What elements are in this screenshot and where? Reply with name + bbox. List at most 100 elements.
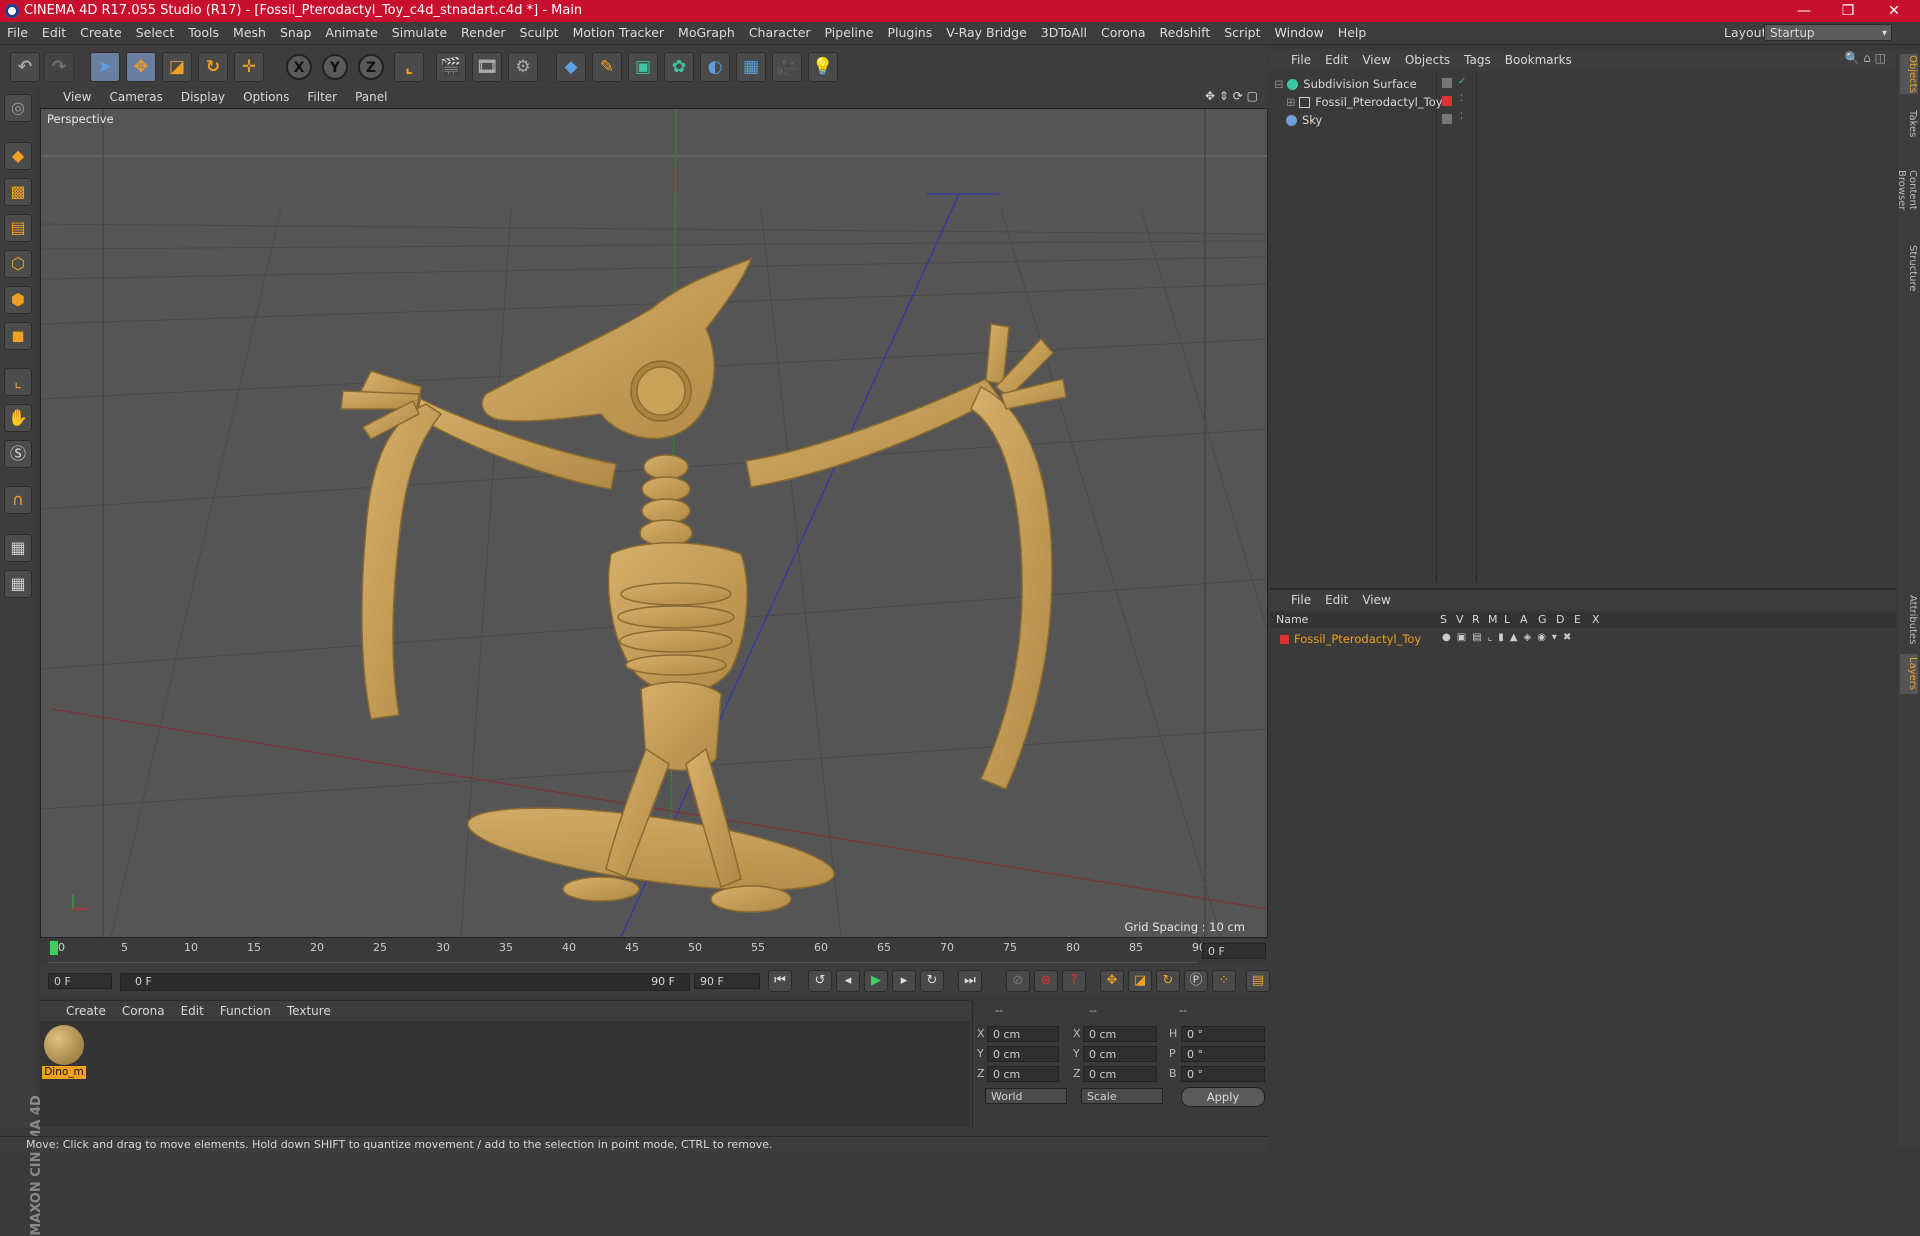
coordinate-mode-dropdown[interactable]: World [985,1088,1067,1104]
move-tool-icon[interactable]: ✥ [126,52,156,82]
minimize-button[interactable]: — [1784,0,1824,22]
obj-menu-tags[interactable]: Tags [1457,50,1498,70]
material-item[interactable]: Dino_m [42,1023,86,1079]
start-frame-field[interactable]: 0 F [48,973,112,989]
material-menu-corona[interactable]: Corona [114,1001,173,1021]
tab-structure[interactable]: Structure [1900,242,1918,294]
next-key-icon[interactable]: ↻ [920,970,944,992]
object-row-sky[interactable]: Sky [1286,111,1322,129]
menu-render[interactable]: Render [454,22,513,44]
axis-y-lock[interactable]: Y [322,54,348,80]
go-to-end-icon[interactable]: ⏭ [958,970,982,992]
key-pla-icon[interactable]: ⁘ [1212,970,1236,992]
axis-z-lock[interactable]: Z [358,54,384,80]
play-icon[interactable]: ▶ [864,970,888,992]
current-frame-field[interactable]: 0 F [1202,943,1266,959]
tab-content-browser[interactable]: Content Browser [1896,150,1918,230]
visibility-dots-icon[interactable]: ⁚ [1460,94,1463,104]
menu-mesh[interactable]: Mesh [226,22,273,44]
make-editable-icon[interactable]: ◎ [4,94,32,122]
frame-range-slider[interactable]: 0 F 90 F [120,973,690,991]
material-menu-create[interactable]: Create [58,1001,114,1021]
3d-viewport[interactable]: Perspective Grid Spacing : 10 cm [40,108,1268,938]
key-rotation-icon[interactable]: ↻ [1156,970,1180,992]
menu-snap[interactable]: Snap [273,22,318,44]
object-row-fossil[interactable]: ⊞ Fossil_Pterodactyl_Toy [1286,93,1443,111]
viewport-menu-display[interactable]: Display [172,88,234,107]
menu-tools[interactable]: Tools [181,22,226,44]
layer-menu-view[interactable]: View [1355,590,1397,610]
menu-redshift[interactable]: Redshift [1153,22,1218,44]
position-z-field[interactable]: 0 cm [987,1066,1059,1082]
layer-menu-file[interactable]: File [1284,590,1318,610]
menu-vray-bridge[interactable]: V-Ray Bridge [939,22,1034,44]
visibility-dots-icon[interactable]: ⁚ [1460,112,1463,122]
maximize-button[interactable]: ❐ [1828,0,1868,22]
end-frame-field[interactable]: 90 F [694,973,760,989]
tab-layers[interactable]: Layers [1900,654,1918,694]
menu-select[interactable]: Select [129,22,182,44]
tab-objects[interactable]: Objects [1900,54,1918,94]
layer-box-icon[interactable] [1442,78,1452,88]
subdivision-icon[interactable]: ▣ [628,52,658,82]
menu-mograph[interactable]: MoGraph [671,22,742,44]
menu-edit[interactable]: Edit [35,22,73,44]
menu-character[interactable]: Character [742,22,818,44]
snap-icon[interactable]: Ⓢ [4,440,32,468]
viewport-menu-panel[interactable]: Panel [346,88,396,107]
deformer-icon[interactable]: ◐ [700,52,730,82]
material-menu-function[interactable]: Function [212,1001,279,1021]
object-row-subdivision[interactable]: ⊟ Subdivision Surface [1274,75,1417,93]
material-menu-edit[interactable]: Edit [173,1001,212,1021]
layout-dropdown[interactable]: Startup [1764,24,1892,42]
obj-menu-bookmarks[interactable]: Bookmarks [1498,50,1579,70]
axis-mode-icon[interactable]: ⌞ [4,368,32,396]
size-y-field[interactable]: 0 cm [1083,1046,1157,1062]
next-frame-icon[interactable]: ▸ [892,970,916,992]
size-z-field[interactable]: 0 cm [1083,1066,1157,1082]
scale-tool-icon[interactable]: ◪ [162,52,192,82]
edges-mode-icon[interactable]: ⬢ [4,286,32,314]
obj-menu-objects[interactable]: Objects [1398,50,1457,70]
layer-box-icon[interactable] [1442,114,1452,124]
menu-corona[interactable]: Corona [1094,22,1152,44]
menu-file[interactable]: File [0,22,35,44]
mograph-cloner-icon[interactable]: ✿ [664,52,694,82]
tab-attributes[interactable]: Attributes [1900,590,1918,650]
menu-plugins[interactable]: Plugins [880,22,939,44]
polygons-mode-icon[interactable]: ◼ [4,322,32,350]
menu-motion-tracker[interactable]: Motion Tracker [566,22,671,44]
playhead[interactable] [50,941,58,955]
apply-button[interactable]: Apply [1181,1087,1265,1107]
size-x-field[interactable]: 0 cm [1083,1026,1157,1042]
previous-key-icon[interactable]: ↺ [808,970,832,992]
rotation-p-field[interactable]: 0 ° [1181,1046,1265,1062]
texture-mode-icon[interactable]: ▩ [4,178,32,206]
position-y-field[interactable]: 0 cm [987,1046,1059,1062]
locked-workplane-icon[interactable]: ▦ [4,534,32,562]
close-button[interactable]: ✕ [1874,0,1914,22]
rotation-h-field[interactable]: 0 ° [1181,1026,1265,1042]
select-arrow-icon[interactable]: ➤ [90,52,120,82]
menu-create[interactable]: Create [73,22,129,44]
size-mode-dropdown[interactable]: Scale [1081,1088,1163,1104]
render-picture-viewer-icon[interactable]: 🎞 [472,52,502,82]
cube-icon[interactable]: ◆ [556,52,586,82]
key-parameter-icon[interactable]: Ⓟ [1184,970,1208,992]
undo-icon[interactable]: ↶ [10,52,40,82]
autokey-icon[interactable]: ⊛ [1034,970,1058,992]
obj-menu-file[interactable]: File [1284,50,1318,70]
search-home-icons[interactable]: 🔍 ⌂ ◫ [1844,51,1886,65]
record-keys-icon[interactable]: ⊘ [1006,970,1030,992]
menu-sculpt[interactable]: Sculpt [513,22,566,44]
menu-script[interactable]: Script [1217,22,1267,44]
previous-frame-icon[interactable]: ◂ [836,970,860,992]
planar-workplane-icon[interactable]: ▦ [4,570,32,598]
obj-menu-edit[interactable]: Edit [1318,50,1355,70]
position-x-field[interactable]: 0 cm [987,1026,1059,1042]
go-to-start-icon[interactable]: ⏮ [768,970,792,992]
viewport-menu-view[interactable]: View [54,88,100,107]
coordinate-system-icon[interactable]: ⌞ [394,52,424,82]
enabled-check-icon[interactable]: ✓ [1458,76,1466,87]
obj-menu-view[interactable]: View [1355,50,1397,70]
